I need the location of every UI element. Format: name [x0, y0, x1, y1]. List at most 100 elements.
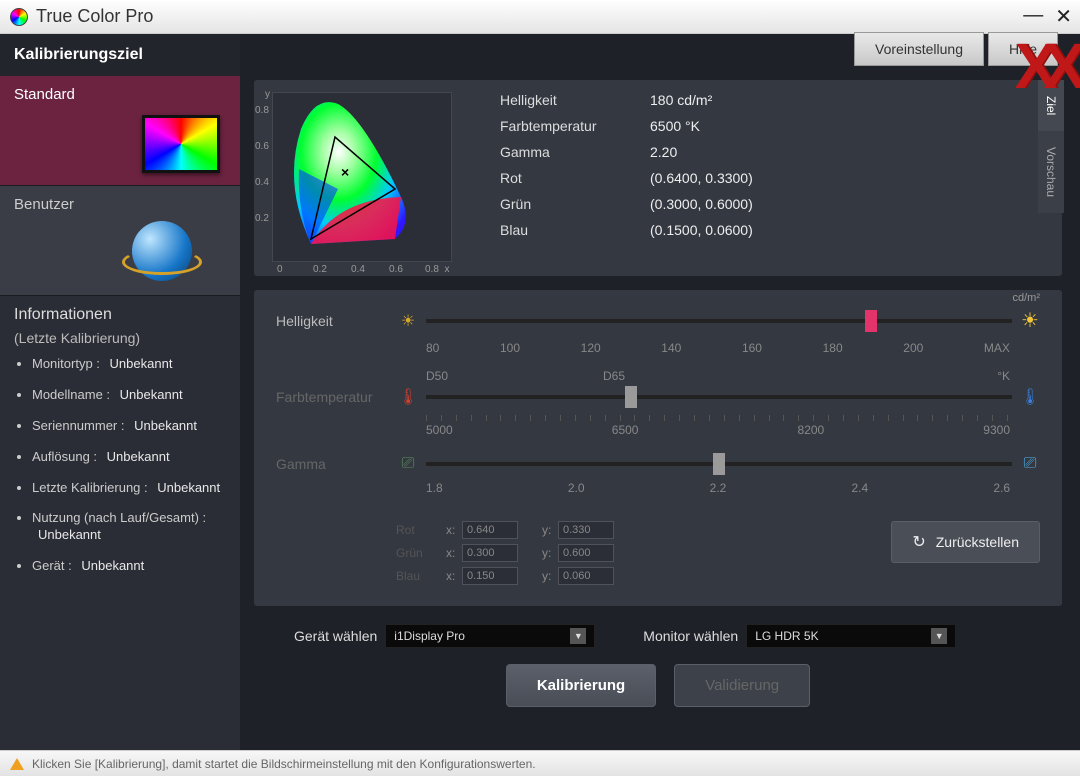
svg-text:×: ×: [341, 164, 349, 180]
thermometer-warm-icon: 🌡: [398, 387, 418, 407]
title-bar: True Color Pro — ✕: [0, 0, 1080, 34]
brightness-handle[interactable]: [865, 310, 877, 332]
info-label: Monitortyp :: [32, 356, 100, 371]
info-label: Nutzung (nach Lauf/Gesamt) :: [32, 510, 206, 525]
target-row: Grün(0.3000, 0.6000): [500, 196, 753, 212]
tick-label: 100: [500, 341, 520, 355]
rgb-channel: Blau: [396, 569, 446, 583]
status-bar: Klicken Sie [Kalibrierung], damit starte…: [0, 750, 1080, 776]
target-label: Helligkeit: [500, 92, 650, 108]
tick-label: 2.6: [993, 481, 1010, 495]
target-label: Farbtemperatur: [500, 118, 650, 134]
info-value: Unbekannt: [134, 418, 197, 433]
target-value: 180 cd/m²: [650, 92, 712, 108]
tab-vorschau[interactable]: Vorschau: [1038, 131, 1064, 213]
sliders-panel: cd/m² Helligkeit ☀ ☀ 8010012014016018020…: [254, 290, 1062, 606]
validate-button[interactable]: Validierung: [674, 664, 810, 707]
target-label: Grün: [500, 196, 650, 212]
sidebar-card-user[interactable]: Benutzer: [0, 186, 240, 296]
tick-label: MAX: [984, 341, 1010, 355]
info-value: Unbekannt: [120, 387, 183, 402]
target-value: 6500 °K: [650, 118, 700, 134]
sidebar-card-standard[interactable]: Standard: [0, 76, 240, 186]
rgb-y-input[interactable]: [558, 567, 614, 585]
target-label: Rot: [500, 170, 650, 186]
device-select[interactable]: i1Display Pro ▼: [385, 624, 595, 648]
info-value: Unbekannt: [107, 449, 170, 464]
d50-label: D50: [426, 369, 448, 383]
info-title: Informationen: [14, 306, 226, 324]
tick-label: 120: [581, 341, 601, 355]
rgb-channel: Grün: [396, 546, 446, 560]
sidebar-card-label: Benutzer: [14, 196, 74, 213]
rgb-y-input[interactable]: [558, 544, 614, 562]
tick-label: 2.2: [710, 481, 727, 495]
colortemp-slider[interactable]: [426, 395, 1012, 399]
rgb-row: Grünx:y:: [396, 544, 638, 562]
cie-chart: × y 0.8 0.6 0.4 0.2 0 0.2 0.4 0.6 0.8 x: [272, 92, 452, 262]
target-values: Helligkeit180 cd/m²Farbtemperatur6500 °K…: [500, 92, 753, 262]
target-row: Farbtemperatur6500 °K: [500, 118, 753, 134]
tick-label: 2.4: [851, 481, 868, 495]
y-label: y:: [542, 523, 558, 537]
info-item: Seriennummer : Unbekannt: [32, 418, 226, 435]
target-label: Gamma: [500, 144, 650, 160]
target-panel: × y 0.8 0.6 0.4 0.2 0 0.2 0.4 0.6 0.8 x: [254, 80, 1062, 276]
colortemp-unit: °K: [997, 369, 1010, 383]
info-label: Gerät :: [32, 558, 72, 573]
info-item: Monitortyp : Unbekannt: [32, 356, 226, 373]
rgb-row: Rotx:y:: [396, 521, 638, 539]
gamma-handle[interactable]: [713, 453, 725, 475]
thermometer-cool-icon: 🌡: [1020, 387, 1040, 407]
target-row: Rot(0.6400, 0.3300): [500, 170, 753, 186]
tick-label: 1.8: [426, 481, 443, 495]
brightness-label: Helligkeit: [276, 313, 398, 329]
x-label: x:: [446, 569, 462, 583]
rgb-y-input[interactable]: [558, 521, 614, 539]
info-label: Seriennummer :: [32, 418, 124, 433]
brightness-slider[interactable]: [426, 319, 1012, 323]
info-value: Unbekannt: [81, 558, 144, 573]
info-label: Letzte Kalibrierung :: [32, 480, 148, 495]
sun-dim-icon: ☀: [398, 311, 418, 331]
rgb-row: Blaux: y:: [396, 567, 638, 585]
warning-icon: [10, 758, 24, 770]
chevron-down-icon: ▼: [570, 628, 586, 644]
info-section: Informationen (Letzte Kalibrierung) Moni…: [0, 296, 240, 593]
preset-button[interactable]: Voreinstellung: [854, 32, 984, 66]
colortemp-label: Farbtemperatur: [276, 389, 398, 405]
info-value: Unbekannt: [110, 356, 173, 371]
app-title: True Color Pro: [36, 6, 153, 27]
y-label: y:: [542, 546, 558, 560]
rgb-x-input[interactable]: [462, 521, 518, 539]
info-item: Auflösung : Unbekannt: [32, 449, 226, 466]
tick-label: 180: [823, 341, 843, 355]
target-value: (0.6400, 0.3300): [650, 170, 753, 186]
rgb-x-input[interactable]: [462, 544, 518, 562]
reset-button[interactable]: ↻ Zurückstellen: [891, 521, 1040, 563]
device-select-label: Gerät wählen: [294, 628, 377, 644]
x-label: x:: [446, 523, 462, 537]
target-row: Helligkeit180 cd/m²: [500, 92, 753, 108]
close-icon[interactable]: ✕: [1055, 4, 1072, 29]
chevron-down-icon: ▼: [931, 628, 947, 644]
sliders-bright-icon: ⎚: [1020, 455, 1040, 473]
tick-label: 140: [661, 341, 681, 355]
calibrate-button[interactable]: Kalibrierung: [506, 664, 656, 707]
minimize-icon[interactable]: —: [1023, 4, 1043, 29]
rgb-x-input[interactable]: [462, 567, 518, 585]
watermark: XX: [1015, 34, 1072, 98]
monitor-select[interactable]: LG HDR 5K ▼: [746, 624, 956, 648]
globe-icon: [132, 221, 192, 281]
colortemp-handle[interactable]: [625, 386, 637, 408]
tick-label: 160: [742, 341, 762, 355]
tick-label: 8200: [798, 423, 825, 437]
brightness-unit: cd/m²: [1013, 292, 1041, 304]
y-label: y:: [542, 569, 558, 583]
gamma-slider[interactable]: [426, 462, 1012, 466]
status-text: Klicken Sie [Kalibrierung], damit starte…: [32, 757, 536, 771]
info-value: Unbekannt: [157, 480, 220, 495]
sun-bright-icon: ☀: [1020, 308, 1040, 333]
spectrum-icon: [142, 115, 220, 173]
target-value: 2.20: [650, 144, 677, 160]
